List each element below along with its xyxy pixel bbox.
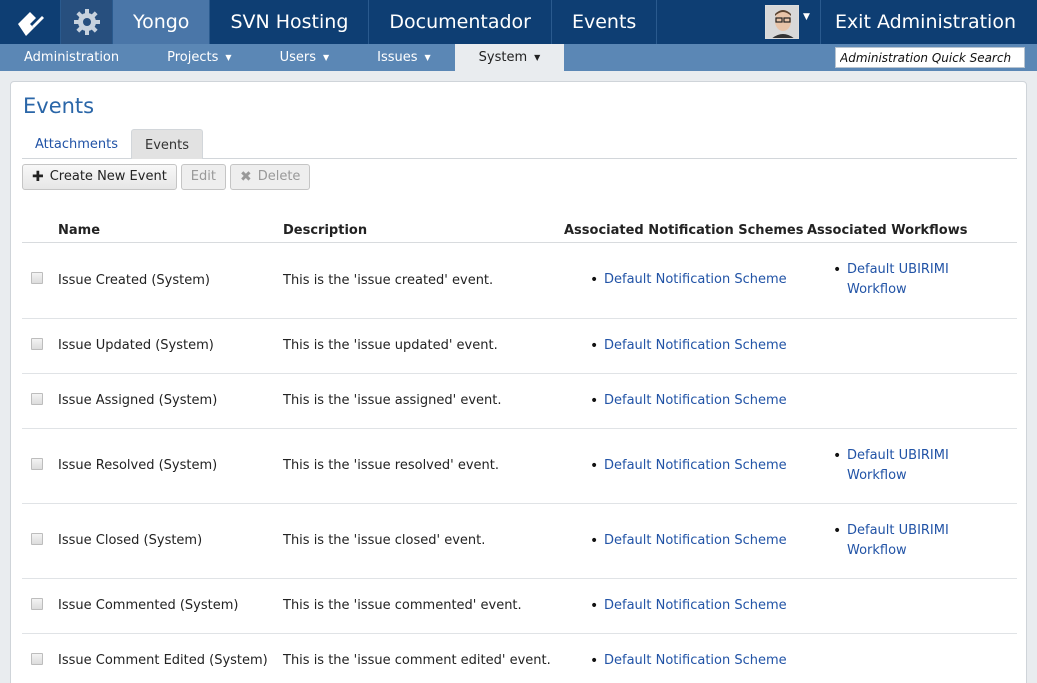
row-checkbox[interactable]	[31, 392, 43, 405]
top-nav: Yongo SVN Hosting Documentador Events	[113, 0, 658, 44]
admin-quick-search-input[interactable]	[835, 47, 1025, 68]
header-description: Description	[283, 196, 564, 243]
table-row[interactable]: Issue Resolved (System) This is the 'iss…	[22, 428, 1017, 504]
table-row[interactable]: Issue Closed (System) This is the 'issue…	[22, 503, 1017, 579]
delete-button[interactable]: ✖ Delete	[229, 164, 311, 190]
edit-button[interactable]: Edit	[180, 164, 226, 190]
subnav-issues[interactable]: Issues ▼	[353, 44, 455, 71]
page-title: Events	[23, 94, 95, 118]
row-checkbox[interactable]	[31, 597, 43, 610]
exit-administration-link[interactable]: Exit Administration	[819, 0, 1037, 44]
event-description: This is the 'issue comment edited' event…	[283, 633, 564, 683]
chevron-down-icon: ▼	[225, 53, 232, 62]
workflow-link[interactable]: Default UBIRIMI Workflow	[847, 448, 949, 483]
create-new-event-button[interactable]: ✚ Create New Event	[22, 164, 177, 190]
tab-events[interactable]: Events	[130, 129, 203, 159]
row-checkbox[interactable]	[31, 272, 43, 284]
nav-documentador[interactable]: Documentador	[369, 0, 552, 44]
notification-scheme-link[interactable]: Default Notification Scheme	[604, 598, 787, 613]
row-checkbox[interactable]	[31, 337, 43, 350]
user-photo-icon	[766, 6, 799, 38]
workflow-link[interactable]: Default UBIRIMI Workflow	[847, 523, 949, 558]
table-row[interactable]: Issue Commented (System) This is the 'is…	[22, 578, 1017, 634]
header-workflows: Associated Workflows	[807, 196, 1017, 243]
event-description: This is the 'issue updated' event.	[283, 318, 564, 374]
notification-scheme-link[interactable]: Default Notification Scheme	[604, 393, 787, 408]
chevron-down-icon: ▼	[424, 53, 431, 62]
notification-scheme-link[interactable]: Default Notification Scheme	[604, 533, 787, 548]
ubirimi-logo-icon	[18, 12, 44, 36]
row-checkbox[interactable]	[31, 532, 43, 545]
toolbar: ✚ Create New Event Edit ✖ Delete	[22, 164, 311, 190]
chevron-down-icon: ▼	[534, 53, 541, 62]
subnav-administration[interactable]: Administration	[0, 44, 143, 71]
subnav-users[interactable]: Users ▼	[256, 44, 354, 71]
row-checkbox[interactable]	[31, 457, 43, 470]
content-panel: Events Attachments Events ✚ Create New E…	[10, 81, 1027, 683]
gear-icon	[73, 9, 100, 35]
event-description: This is the 'issue commented' event.	[283, 578, 564, 634]
event-description: This is the 'issue created' event.	[283, 242, 564, 319]
row-checkbox[interactable]	[31, 652, 43, 665]
user-menu-caret-icon[interactable]: ▼	[803, 12, 810, 22]
user-area: ▼ Exit Administration	[765, 0, 1037, 44]
workflow-cell-empty	[807, 633, 1017, 683]
event-description: This is the 'issue resolved' event.	[283, 428, 564, 504]
table-row[interactable]: Issue Updated (System) This is the 'issu…	[22, 318, 1017, 374]
section-tabs: Attachments Events	[22, 129, 1017, 159]
settings-button[interactable]	[61, 0, 113, 44]
table-header-row: Name Description Associated Notification…	[22, 196, 1017, 243]
event-name: Issue Updated (System)	[58, 318, 283, 374]
avatar[interactable]	[765, 5, 800, 39]
workflow-link[interactable]: Default UBIRIMI Workflow	[847, 262, 949, 297]
nav-events[interactable]: Events	[552, 0, 658, 44]
admin-sub-nav: Administration Projects ▼ Users ▼ Issues ▼ …	[0, 44, 1037, 71]
event-description: This is the 'issue assigned' event.	[283, 373, 564, 429]
event-description: This is the 'issue closed' event.	[283, 503, 564, 579]
app-logo[interactable]	[0, 0, 61, 44]
table-row[interactable]: Issue Created (System) This is the 'issu…	[22, 242, 1017, 319]
nav-yongo[interactable]: Yongo	[113, 0, 211, 44]
nav-svn-hosting[interactable]: SVN Hosting	[210, 0, 370, 44]
table-row[interactable]: Issue Comment Edited (System) This is th…	[22, 633, 1017, 683]
workflow-cell-empty	[807, 373, 1017, 429]
event-name: Issue Created (System)	[58, 242, 283, 319]
events-table: Name Description Associated Notification…	[22, 196, 1017, 683]
plus-icon: ✚	[32, 169, 44, 185]
workflow-cell-empty	[807, 318, 1017, 374]
notification-scheme-link[interactable]: Default Notification Scheme	[604, 653, 787, 668]
x-icon: ✖	[239, 169, 252, 185]
top-bar: Yongo SVN Hosting Documentador Events ▼ …	[0, 0, 1037, 44]
subnav-system[interactable]: System ▼	[454, 44, 565, 71]
event-name: Issue Resolved (System)	[58, 428, 283, 504]
tab-attachments[interactable]: Attachments	[22, 129, 131, 159]
event-name: Issue Assigned (System)	[58, 373, 283, 429]
event-name: Issue Comment Edited (System)	[58, 633, 283, 683]
notification-scheme-link[interactable]: Default Notification Scheme	[604, 338, 787, 353]
header-name: Name	[58, 196, 283, 243]
event-name: Issue Commented (System)	[58, 578, 283, 634]
header-notification-schemes: Associated Notification Schemes	[564, 196, 807, 243]
subnav-projects[interactable]: Projects ▼	[143, 44, 255, 71]
event-name: Issue Closed (System)	[58, 503, 283, 579]
header-select	[22, 196, 58, 243]
notification-scheme-link[interactable]: Default Notification Scheme	[604, 272, 787, 287]
chevron-down-icon: ▼	[322, 53, 330, 62]
notification-scheme-link[interactable]: Default Notification Scheme	[604, 458, 787, 473]
workflow-cell-empty	[807, 578, 1017, 634]
table-row[interactable]: Issue Assigned (System) This is the 'iss…	[22, 373, 1017, 429]
